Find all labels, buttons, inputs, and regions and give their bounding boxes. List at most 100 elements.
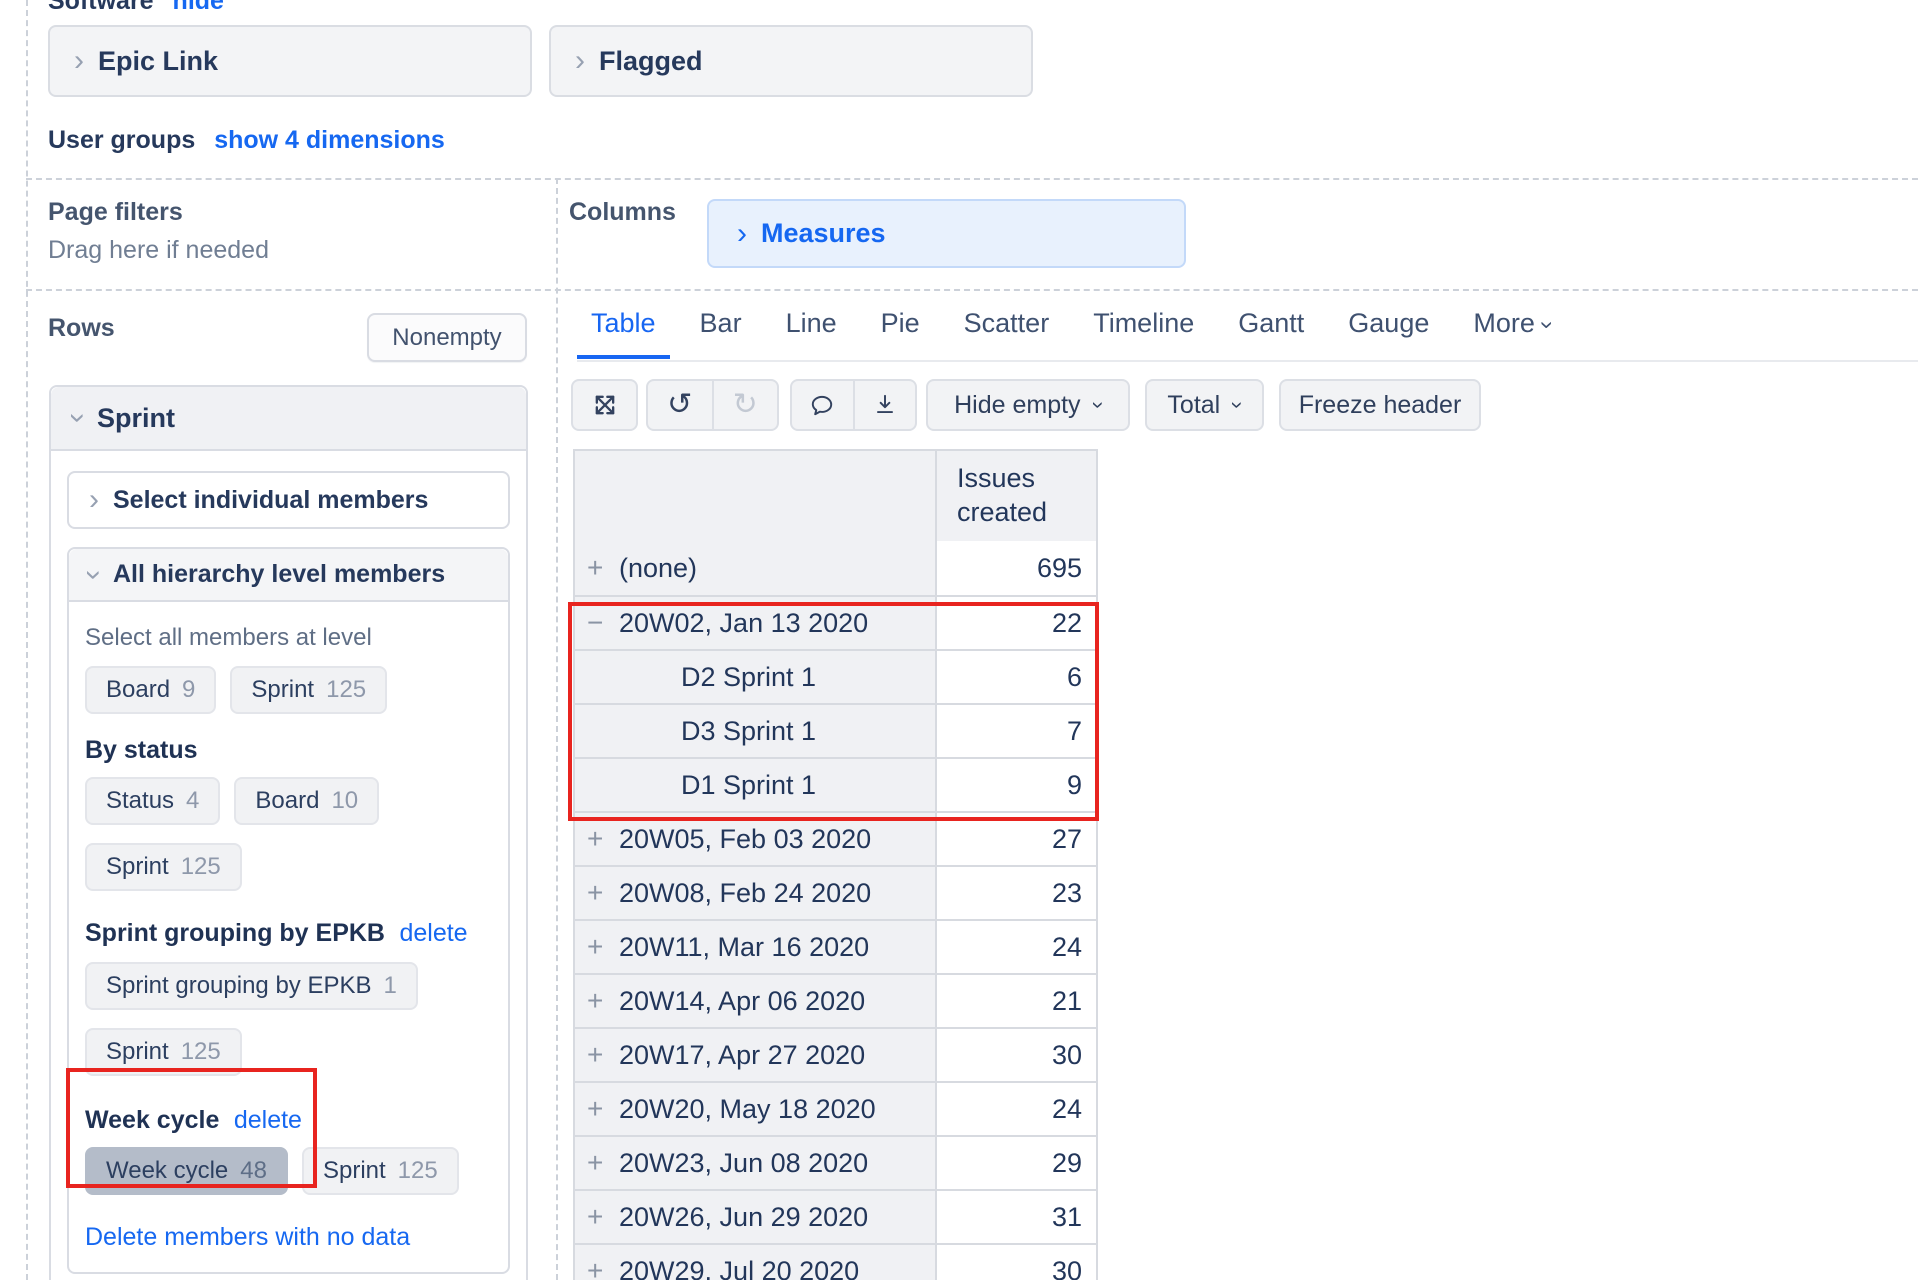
hide-empty-label: Hide empty [954,391,1080,420]
row-value-cell[interactable]: 31 [935,1191,1096,1243]
delete-members-link[interactable]: Delete members with no data [85,1223,508,1252]
view-tab[interactable]: Line› [772,308,851,359]
all-hierarchy-header[interactable]: › All hierarchy level members [69,549,508,602]
expand-collapse-icon[interactable]: + [587,1093,619,1125]
chip-count: 10 [331,787,358,815]
expand-icon [591,391,619,419]
sprint-dimension-header[interactable]: › Sprint [51,387,526,451]
view-tab[interactable]: More› [1459,308,1565,359]
expand-collapse-icon[interactable]: + [587,552,619,584]
view-tab[interactable]: Bar› [686,308,756,359]
undo-button[interactable]: ↺ [648,381,712,429]
row-value-cell[interactable]: 30 [935,1029,1096,1081]
chevron-right-icon: › [89,485,99,515]
hide-link[interactable]: hide [173,0,224,15]
chip-label: Board [255,787,319,815]
row-label-cell[interactable]: + 20W11, Mar 16 2020 [575,921,935,973]
left-dashed-border [26,0,28,1280]
view-tab-label: Gauge [1348,308,1429,338]
total-button[interactable]: Total › [1145,379,1264,431]
dimension-box[interactable]: › Flagged [549,25,1033,97]
row-value-cell[interactable]: 24 [935,921,1096,973]
show-dimensions-link[interactable]: show 4 dimensions [214,126,445,154]
view-tab[interactable]: Pie› [867,308,934,359]
chip-label: Sprint [106,853,169,881]
row-label-cell[interactable]: + 20W17, Apr 27 2020 [575,1029,935,1081]
view-tab[interactable]: Timeline› [1079,308,1208,359]
row-value-cell[interactable]: 21 [935,975,1096,1027]
row-label: 20W14, Apr 06 2020 [619,986,865,1017]
chip-label: Board [106,676,170,704]
row-label-cell[interactable]: + (none) [575,541,935,595]
row-label-cell[interactable]: + 20W08, Feb 24 2020 [575,867,935,919]
table-row: + 20W23, Jun 08 2020 29 [575,1135,1096,1189]
view-tabs: Table› Bar› Line› Pie› Scatter› Timeline… [577,308,1565,359]
rows-title: Rows [48,314,115,343]
comment-icon [809,392,835,418]
chip-label: Sprint [251,676,314,704]
redo-button[interactable]: ↻ [712,381,778,429]
expand-collapse-icon[interactable]: + [587,1255,619,1280]
hide-empty-button[interactable]: Hide empty › [926,379,1130,431]
expand-collapse-icon[interactable]: + [587,823,619,855]
table-row: + 20W08, Feb 24 2020 23 [575,865,1096,919]
row-label-cell[interactable]: + 20W20, May 18 2020 [575,1083,935,1135]
view-tab[interactable]: Table› [577,308,670,359]
row-label: 20W11, Mar 16 2020 [619,932,869,963]
value-column-header[interactable]: Issues created [935,451,1096,541]
level-chip[interactable]: Sprint 125 [230,666,387,714]
row-label-cell[interactable]: + 20W26, Jun 29 2020 [575,1191,935,1243]
row-value-cell[interactable]: 23 [935,867,1096,919]
row-label-cell[interactable]: + 20W29, Jul 20 2020 [575,1245,935,1280]
nonempty-button[interactable]: Nonempty [367,313,527,362]
view-tab-label: Gantt [1238,308,1304,338]
row-value-cell[interactable]: 30 [935,1245,1096,1280]
status-chip[interactable]: Board 10 [234,777,379,825]
freeze-header-button[interactable]: Freeze header [1279,379,1481,431]
row-value-cell[interactable]: 695 [935,541,1096,595]
row-label-cell[interactable]: + 20W23, Jun 08 2020 [575,1137,935,1189]
view-tab[interactable]: Scatter› [950,308,1064,359]
dimension-box[interactable]: › Epic Link [48,25,532,97]
view-tab-label: Timeline [1093,308,1194,338]
row-label: 20W05, Feb 03 2020 [619,824,871,855]
undo-icon: ↺ [667,390,692,420]
view-tab[interactable]: Gauge› [1334,308,1443,359]
expand-collapse-icon[interactable]: + [587,985,619,1017]
view-tab[interactable]: Gantt› [1224,308,1318,359]
comment-button[interactable] [792,381,853,429]
chip-label: Status [106,787,174,815]
comment-download-group [790,379,917,431]
row-value-cell[interactable]: 29 [935,1137,1096,1189]
measures-label: Measures [761,218,886,249]
level-chip[interactable]: Board 9 [85,666,216,714]
expand-collapse-icon[interactable]: + [587,931,619,963]
row-label-header-cell [575,451,935,541]
chevron-right-icon: › [575,46,585,76]
table-row: + 20W14, Apr 06 2020 21 [575,973,1096,1027]
expand-collapse-icon[interactable]: + [587,1039,619,1071]
row-value-cell[interactable]: 24 [935,1083,1096,1135]
table-row: + 20W29, Jul 20 2020 30 [575,1243,1096,1280]
grouping-delete-link[interactable]: delete [399,919,467,947]
download-button[interactable] [853,381,916,429]
expand-collapse-icon[interactable]: + [587,1201,619,1233]
grouping-chip[interactable]: Sprint grouping by EPKB 1 [85,962,418,1010]
select-individual-members-button[interactable]: › Select individual members [67,471,510,529]
row-label-cell[interactable]: + 20W14, Apr 06 2020 [575,975,935,1027]
expand-collapse-icon[interactable]: + [587,1147,619,1179]
software-section-row: Software hide [48,0,224,16]
expand-button[interactable] [571,379,638,431]
chip-label: Sprint grouping by EPKB [106,972,372,1000]
expand-collapse-icon[interactable]: + [587,877,619,909]
chip-label: Sprint [323,1157,386,1185]
status-chip[interactable]: Sprint 125 [85,843,242,891]
status-chip[interactable]: Status 4 [85,777,220,825]
row-label: 20W23, Jun 08 2020 [619,1148,868,1179]
chip-count: 125 [326,676,366,704]
week-cycle-chip[interactable]: Sprint 125 [302,1147,459,1195]
chip-label: Sprint [106,1038,169,1066]
table-header-row: Issues created [575,451,1096,541]
chip-count: 4 [186,787,199,815]
measures-dimension-box[interactable]: › Measures [707,199,1186,268]
